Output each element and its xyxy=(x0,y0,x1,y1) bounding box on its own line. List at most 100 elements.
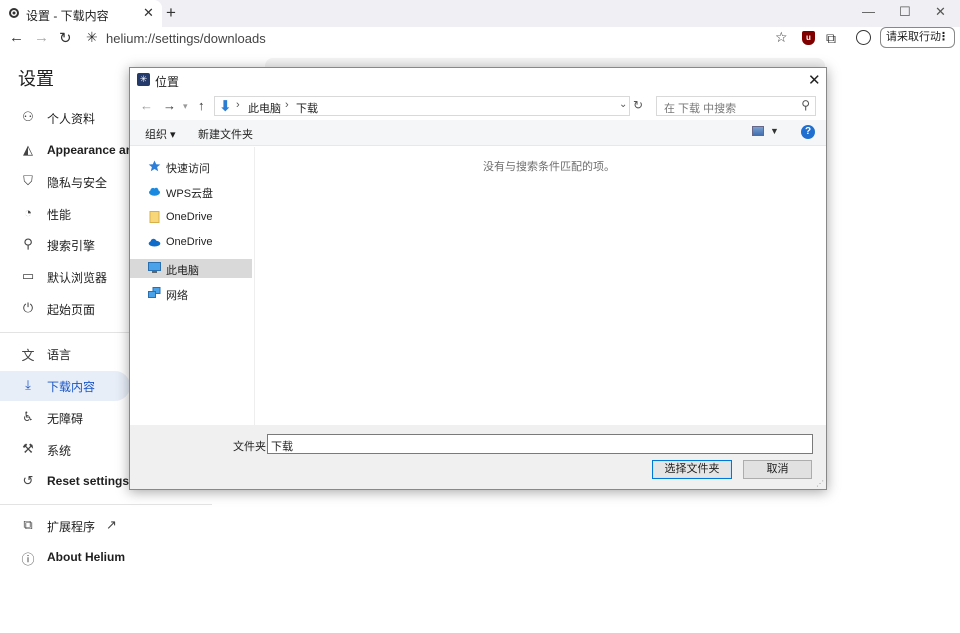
search-icon: ⚲ xyxy=(801,98,810,112)
puzzle-icon: ⧉ xyxy=(23,517,33,532)
sidebar-item-label: 扩展程序 xyxy=(47,520,96,534)
sidebar-item-label: 语言 xyxy=(47,348,72,362)
tree-item-label: OneDrive xyxy=(166,236,213,248)
dialog-title: 位置 xyxy=(155,75,180,89)
back-icon[interactable]: ← xyxy=(140,98,153,113)
tab-close-icon[interactable]: ✕ xyxy=(143,5,154,21)
chevron-down-icon[interactable]: ⌄ xyxy=(619,99,627,110)
gear-icon xyxy=(9,8,19,18)
browser-toolbar: ← → ↻ ✳ helium://settings/downloads ☆ u … xyxy=(0,27,960,51)
download-icon: ⤓ xyxy=(25,377,31,392)
external-link-icon: ↗ xyxy=(106,517,117,532)
tree-item-onedrive[interactable]: OneDrive xyxy=(130,233,252,252)
command-bar: 组织 ▾ 新建文件夹 ▼ ? xyxy=(130,120,826,146)
tree-item-this-pc[interactable]: 此电脑 xyxy=(130,259,252,278)
person-icon: ⚇ xyxy=(22,109,34,124)
profile-avatar-icon[interactable] xyxy=(856,30,871,45)
site-info-icon[interactable]: ✳ xyxy=(86,29,98,46)
ublock-extension-icon[interactable]: u xyxy=(802,31,815,45)
tree-item-quick-access[interactable]: 快速访问 xyxy=(130,157,252,176)
onedrive-cloud-icon xyxy=(148,238,161,247)
help-icon[interactable]: ? xyxy=(801,125,815,139)
folder-label: 文件夹: xyxy=(233,441,270,453)
search-icon: ⚲ xyxy=(23,236,33,251)
empty-results-message: 没有与搜索条件匹配的项。 xyxy=(483,161,615,173)
accessibility-icon: ♿ xyxy=(22,409,34,424)
dialog-search-input[interactable]: 在 下载 中搜索 ⚲ xyxy=(656,96,816,116)
shield-icon: ⛉ xyxy=(23,173,33,188)
dialog-titlebar: ✳ 位置 ✕ xyxy=(130,68,826,92)
bookmark-star-icon[interactable]: ☆ xyxy=(775,29,788,46)
folder-picker-dialog: ✳ 位置 ✕ ← → ▾ ↑ ⬇ › 此电脑 › 下载 ⌄ ↻ 在 下载 中搜索… xyxy=(129,67,827,490)
refresh-icon[interactable]: ↻ xyxy=(633,98,643,112)
star-icon xyxy=(148,160,161,172)
extensions-puzzle-icon[interactable]: ⧉ xyxy=(826,30,836,47)
tree-item-label: 网络 xyxy=(166,290,188,302)
organize-button[interactable]: 组织 ▾ xyxy=(145,126,176,142)
up-icon[interactable]: ↑ xyxy=(198,98,205,113)
forward-icon[interactable]: → xyxy=(163,98,176,113)
view-options-icon[interactable] xyxy=(752,126,764,136)
tab-title: 设置 - 下载内容 xyxy=(26,9,109,23)
sidebar-item-label: About Helium xyxy=(47,550,125,564)
tree-item-label: 此电脑 xyxy=(166,265,199,277)
folder-name-input[interactable]: 下载 xyxy=(267,434,813,454)
computer-icon xyxy=(148,262,161,273)
power-icon: ⏻ xyxy=(22,300,34,315)
dialog-close-button[interactable]: ✕ xyxy=(808,71,821,89)
sidebar-item-label: Reset settings xyxy=(47,474,130,488)
chevron-down-icon[interactable]: ▼ xyxy=(770,126,779,136)
sidebar-item-extensions[interactable]: ⧉ 扩展程序 ↗ xyxy=(0,511,210,541)
wrench-icon: ⚒ xyxy=(22,441,34,456)
downloads-arrow-icon: ⬇ xyxy=(219,98,232,115)
sidebar-item-label: 性能 xyxy=(47,208,72,222)
speedometer-icon: ◔ xyxy=(24,205,32,220)
sidebar-item-label: 搜索引擎 xyxy=(47,239,96,253)
minimize-button[interactable]: — xyxy=(862,4,875,19)
reload-icon[interactable]: ↻ xyxy=(59,29,72,47)
sidebar-item-label: 无障碍 xyxy=(47,412,84,426)
address-bar[interactable]: helium://settings/downloads xyxy=(106,31,266,46)
sidebar-item-label: 系统 xyxy=(47,444,72,458)
search-placeholder: 在 下载 中搜索 xyxy=(664,103,737,115)
close-window-button[interactable]: ✕ xyxy=(935,4,946,20)
appearance-icon: ◭ xyxy=(23,142,33,157)
tree-item-label: 快速访问 xyxy=(166,163,210,175)
sidebar-item-label: Appearance and xyxy=(47,143,141,157)
new-folder-button[interactable]: 新建文件夹 xyxy=(198,126,253,142)
breadcrumb-separator: › xyxy=(236,99,240,111)
recent-dropdown-icon[interactable]: ▾ xyxy=(183,101,188,112)
tree-item-label: OneDrive xyxy=(166,211,213,223)
cloud-icon xyxy=(149,187,160,196)
tree-item-network[interactable]: 网络 xyxy=(130,284,252,303)
sidebar-item-label: 默认浏览器 xyxy=(47,271,108,285)
tab-strip: 设置 - 下载内容 ✕ + — ☐ ✕ xyxy=(0,0,960,27)
tree-item-onedrive-folder[interactable]: OneDrive xyxy=(130,208,252,227)
sidebar-item-label: 起始页面 xyxy=(47,303,96,317)
cancel-button[interactable]: 取消 xyxy=(743,460,812,479)
take-action-button[interactable]: 请采取行动 ⋮ xyxy=(880,27,955,48)
breadcrumb-item[interactable]: 下载 xyxy=(296,100,318,116)
resize-grip-icon[interactable]: ⋰ xyxy=(816,479,824,488)
breadcrumb-separator: › xyxy=(285,99,289,111)
address-breadcrumb[interactable]: ⬇ › 此电脑 › 下载 ⌄ xyxy=(214,96,630,116)
dialog-footer: 文件夹: 下载 选择文件夹 取消 xyxy=(130,425,826,489)
navigation-pane: 快速访问 WPS云盘 OneDrive OneDrive 此电脑 网络 xyxy=(130,147,255,425)
maximize-button[interactable]: ☐ xyxy=(899,4,911,20)
sidebar-item-downloads[interactable]: ⤓ 下载内容 xyxy=(0,371,130,401)
info-icon: ⓘ xyxy=(21,552,35,567)
app-icon: ✳ xyxy=(137,73,150,86)
select-folder-button[interactable]: 选择文件夹 xyxy=(652,460,732,479)
sidebar-item-label: 隐私与安全 xyxy=(47,176,108,190)
forward-icon[interactable]: → xyxy=(34,29,49,46)
browser-window-icon: ▭ xyxy=(21,268,35,283)
sidebar-divider xyxy=(0,504,212,505)
new-tab-button[interactable]: + xyxy=(166,3,176,23)
page-title: 设置 xyxy=(18,69,54,89)
sidebar-item-about[interactable]: ⓘ About Helium xyxy=(0,543,210,573)
breadcrumb-item[interactable]: 此电脑 xyxy=(248,100,281,116)
folder-icon xyxy=(149,211,160,223)
tree-item-wps-cloud[interactable]: WPS云盘 xyxy=(130,182,252,201)
tab-settings[interactable]: 设置 - 下载内容 ✕ xyxy=(0,0,162,27)
back-icon[interactable]: ← xyxy=(9,29,24,46)
